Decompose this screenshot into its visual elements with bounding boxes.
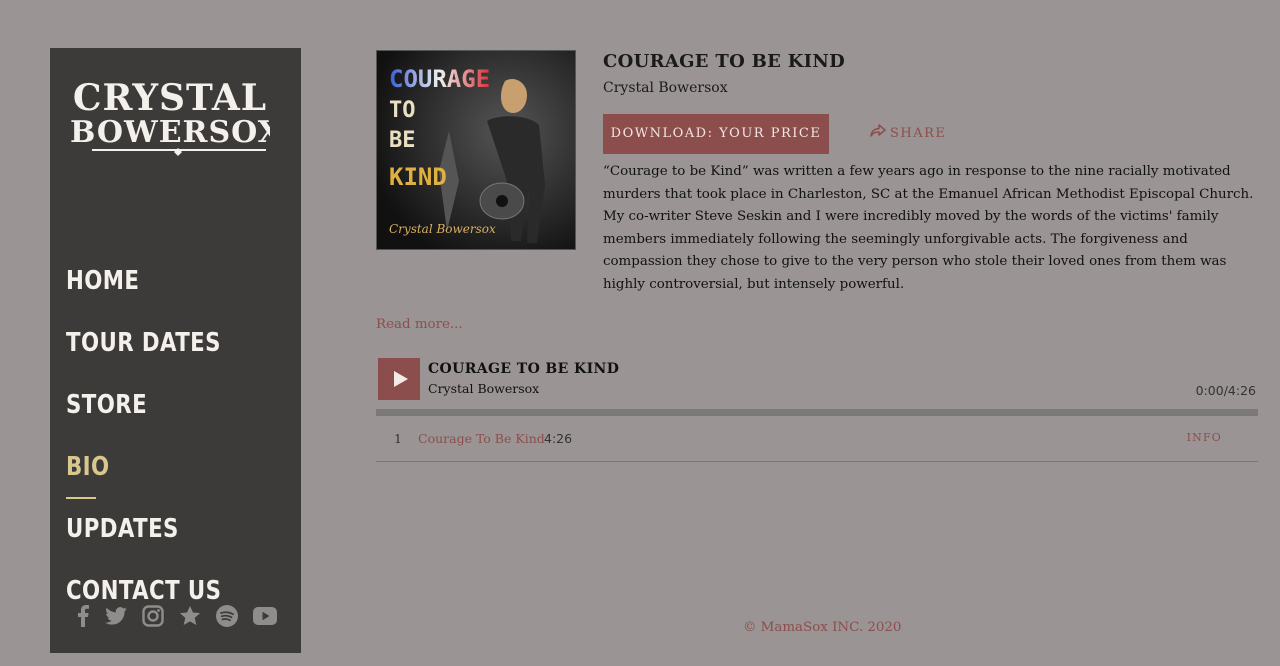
track-row[interactable]: 1 Courage To Be Kind 4:26 INFO — [376, 416, 1258, 462]
art-word-1: COURAGE — [389, 65, 490, 93]
logo-line2: BOWERSOX — [70, 115, 270, 150]
album-artist[interactable]: Crystal Bowersox — [603, 80, 1259, 96]
track-info-link[interactable]: INFO — [1187, 431, 1222, 444]
player-track-title: COURAGE TO BE KIND — [428, 361, 620, 377]
progress-bar[interactable] — [376, 409, 1258, 416]
youtube-icon[interactable] — [253, 607, 277, 625]
album-description: “Courage to be Kind” was written a few y… — [603, 164, 1254, 292]
album-info: COURAGE TO BE KIND Crystal Bowersox DOWN… — [603, 50, 1259, 292]
album-art: COURAGE TO BE KIND Crystal Bowersox — [376, 50, 576, 250]
share-label: SHARE — [890, 126, 947, 141]
track-number: 1 — [394, 431, 402, 446]
nav-item-updates[interactable]: UPDATES — [66, 498, 221, 560]
nav-item-tour-dates[interactable]: TOUR DATES — [66, 312, 221, 374]
download-button[interactable]: DOWNLOAD: YOUR PRICE — [603, 114, 829, 154]
active-nav-underline — [66, 497, 96, 499]
main-nav: HOME TOUR DATES STORE BIO UPDATES CONTAC… — [66, 250, 256, 622]
nav-item-store[interactable]: STORE — [66, 374, 221, 436]
play-button[interactable] — [378, 358, 420, 400]
art-signature: Crystal Bowersox — [389, 222, 496, 236]
read-more-link[interactable]: Read more... — [376, 317, 463, 332]
share-icon — [870, 124, 886, 137]
art-word-3: BE — [389, 128, 416, 153]
track-name[interactable]: Courage To Be Kind — [418, 431, 545, 446]
album-title: COURAGE TO BE KIND — [603, 51, 846, 72]
facebook-icon[interactable] — [76, 605, 90, 627]
spotify-icon[interactable] — [216, 605, 238, 627]
art-word-2: TO — [389, 98, 416, 123]
logo-line1: CRYSTAL — [73, 77, 267, 119]
sidebar: CRYSTAL BOWERSOX HOME TOUR DATES STORE B… — [50, 48, 301, 653]
art-word-4: KIND — [389, 163, 447, 191]
player-track-artist: Crystal Bowersox — [428, 381, 540, 396]
player-time: 0:00/4:26 — [1195, 383, 1256, 398]
instagram-icon[interactable] — [142, 605, 164, 627]
nav-item-bio[interactable]: BIO — [66, 436, 221, 498]
site-logo[interactable]: CRYSTAL BOWERSOX — [70, 76, 281, 156]
footer-copyright: © MamaSox INC. 2020 — [743, 620, 902, 635]
share-button[interactable]: SHARE — [870, 114, 946, 154]
social-links — [76, 605, 277, 627]
star-icon[interactable] — [179, 605, 201, 627]
play-icon — [394, 371, 408, 387]
track-duration: 4:26 — [544, 431, 573, 446]
twitter-icon[interactable] — [105, 607, 127, 625]
nav-item-home[interactable]: HOME — [66, 250, 221, 312]
